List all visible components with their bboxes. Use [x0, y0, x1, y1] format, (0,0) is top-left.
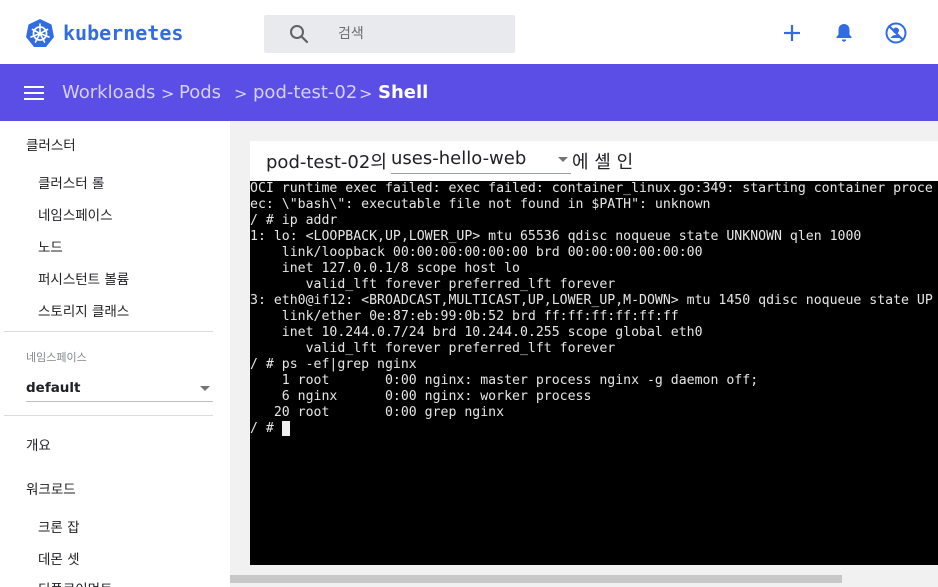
- sidebar-item-daemon-sets[interactable]: 데몬 셋: [38, 548, 80, 568]
- namespace-value: default: [26, 380, 81, 396]
- sidebar-divider: [4, 331, 213, 332]
- sidebar-item-deployments[interactable]: 디플로이먼트: [38, 578, 113, 587]
- bell-icon[interactable]: [832, 21, 856, 45]
- kubernetes-logo-icon[interactable]: [26, 18, 54, 48]
- terminal-line: 6 nginx 0:00 nginx: worker process: [250, 389, 592, 404]
- container-select[interactable]: uses-hello-web: [391, 146, 571, 174]
- top-bar: kubernetes: [0, 0, 938, 64]
- terminal-line: / # ps -ef|grep nginx: [250, 357, 417, 372]
- terminal-line: 20 root 0:00 grep nginx: [250, 405, 505, 420]
- dropdown-arrow-icon: [200, 386, 210, 391]
- breadcrumb-separator: >: [359, 84, 373, 103]
- terminal-line: link/loopback 00:00:00:00:00:00 brd 00:0…: [250, 245, 703, 260]
- no-account-icon[interactable]: [884, 21, 908, 45]
- breadcrumb-separator: >: [161, 84, 175, 103]
- dropdown-arrow-icon: [558, 157, 568, 162]
- terminal-line: / # ip addr: [250, 213, 338, 228]
- horizontal-scrollbar[interactable]: [230, 575, 842, 583]
- search-box[interactable]: [264, 15, 515, 53]
- terminal-line: 1: lo: <LOOPBACK,UP,LOWER_UP> mtu 65536 …: [250, 229, 862, 244]
- terminal-line: inet 10.244.0.7/24 brd 10.244.0.255 scop…: [250, 325, 703, 340]
- terminal-line: valid_lft forever preferred_lft forever: [250, 341, 616, 356]
- sidebar-item-cluster[interactable]: 클러스터: [26, 134, 76, 154]
- breadcrumb-pod-name[interactable]: pod-test-02: [253, 82, 357, 103]
- search-input[interactable]: [338, 24, 508, 44]
- terminal-cursor: [282, 421, 290, 436]
- brand-name[interactable]: kubernetes: [63, 21, 183, 45]
- terminal[interactable]: OCI runtime exec failed: exec failed: co…: [250, 181, 938, 565]
- breadcrumb-workloads[interactable]: Workloads: [62, 82, 155, 103]
- terminal-prompt: / #: [250, 421, 282, 436]
- terminal-line: OCI runtime exec failed: exec failed: co…: [250, 181, 933, 196]
- search-icon: [290, 25, 309, 44]
- sidebar-item-storage-classes[interactable]: 스토리지 클래스: [38, 300, 129, 320]
- sidebar-item-cron-jobs[interactable]: 크론 잡: [38, 516, 80, 536]
- sidebar-item-persistent-volumes[interactable]: 퍼시스턴트 볼륨: [38, 268, 129, 288]
- terminal-line: 3: eth0@if12: <BROADCAST,MULTICAST,UP,LO…: [250, 293, 933, 308]
- menu-icon[interactable]: [24, 85, 44, 101]
- terminal-line: valid_lft forever preferred_lft forever: [250, 277, 616, 292]
- terminal-line: 1 root 0:00 nginx: master process nginx …: [250, 373, 759, 388]
- breadcrumb-current-shell: Shell: [378, 82, 429, 103]
- namespace-label: 네임스페이스: [26, 351, 87, 364]
- sidebar-item-workloads[interactable]: 워크로드: [26, 478, 76, 498]
- breadcrumb-pods[interactable]: Pods: [179, 82, 221, 103]
- sidebar-item-cluster-roles[interactable]: 클러스터 롤: [38, 172, 104, 192]
- terminal-line: ec: \"bash\": executable file not found …: [250, 197, 711, 212]
- shell-title-pod: pod-test-02의: [266, 152, 387, 173]
- plus-icon[interactable]: [780, 21, 804, 45]
- sidebar-item-nodes[interactable]: 노드: [38, 236, 63, 256]
- breadcrumb-separator: >: [234, 84, 248, 103]
- namespace-select[interactable]: default: [26, 374, 213, 402]
- terminal-line: inet 127.0.0.1/8 scope host lo: [250, 261, 520, 276]
- sidebar-item-overview[interactable]: 개요: [26, 434, 51, 454]
- container-select-value: uses-hello-web: [391, 148, 527, 169]
- sidebar-divider: [4, 415, 213, 416]
- shell-title-suffix: 에 셸 인: [572, 152, 634, 173]
- sidebar-item-namespaces[interactable]: 네임스페이스: [38, 204, 113, 224]
- terminal-line: link/ether 0e:87:eb:99:0b:52 brd ff:ff:f…: [250, 309, 679, 324]
